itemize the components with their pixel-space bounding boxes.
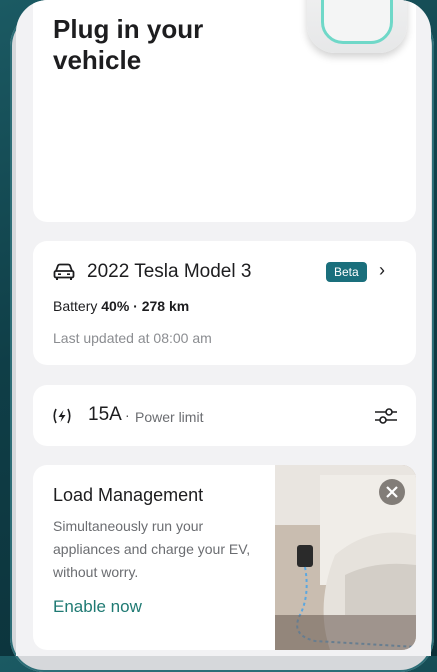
power-limit-value: 15A — [88, 404, 122, 425]
enable-now-link[interactable]: Enable now — [53, 597, 142, 617]
power-limit-card[interactable]: 15A · Power limit — [33, 385, 416, 446]
power-separator: · — [125, 407, 130, 423]
plug-in-card: Plug in your vehicle — [33, 0, 416, 222]
settings-sliders-icon[interactable] — [374, 405, 398, 427]
vehicle-card[interactable]: 2022 Tesla Model 3 Beta › Battery 40% · … — [33, 241, 416, 365]
power-limit-label: Power limit — [135, 409, 204, 425]
battery-prefix: Battery — [53, 298, 102, 314]
load-management-title: Load Management — [53, 485, 204, 505]
charger-illustration — [307, 0, 407, 53]
close-icon[interactable] — [379, 479, 405, 505]
vehicle-name: 2022 Tesla Model 3 — [87, 261, 252, 282]
charger-ring — [321, 0, 393, 44]
battery-range: · 278 km — [129, 298, 190, 314]
app-screen: Plug in your vehicle 2022 Tesla Model 3 … — [16, 0, 431, 656]
car-icon — [53, 263, 75, 280]
plug-in-title: Plug in your vehicle — [53, 14, 204, 75]
load-management-card: Load Management Simultaneously run your … — [33, 465, 416, 650]
bolt-icon — [53, 408, 71, 424]
battery-status: Battery 40% · 278 km — [53, 298, 189, 314]
beta-badge: Beta — [326, 262, 367, 282]
chevron-right-icon[interactable]: › — [379, 260, 385, 281]
battery-percent: 40% — [101, 298, 130, 314]
last-updated: Last updated at 08:00 am — [53, 330, 212, 346]
load-management-description: Simultaneously run your appliances and c… — [53, 518, 251, 580]
